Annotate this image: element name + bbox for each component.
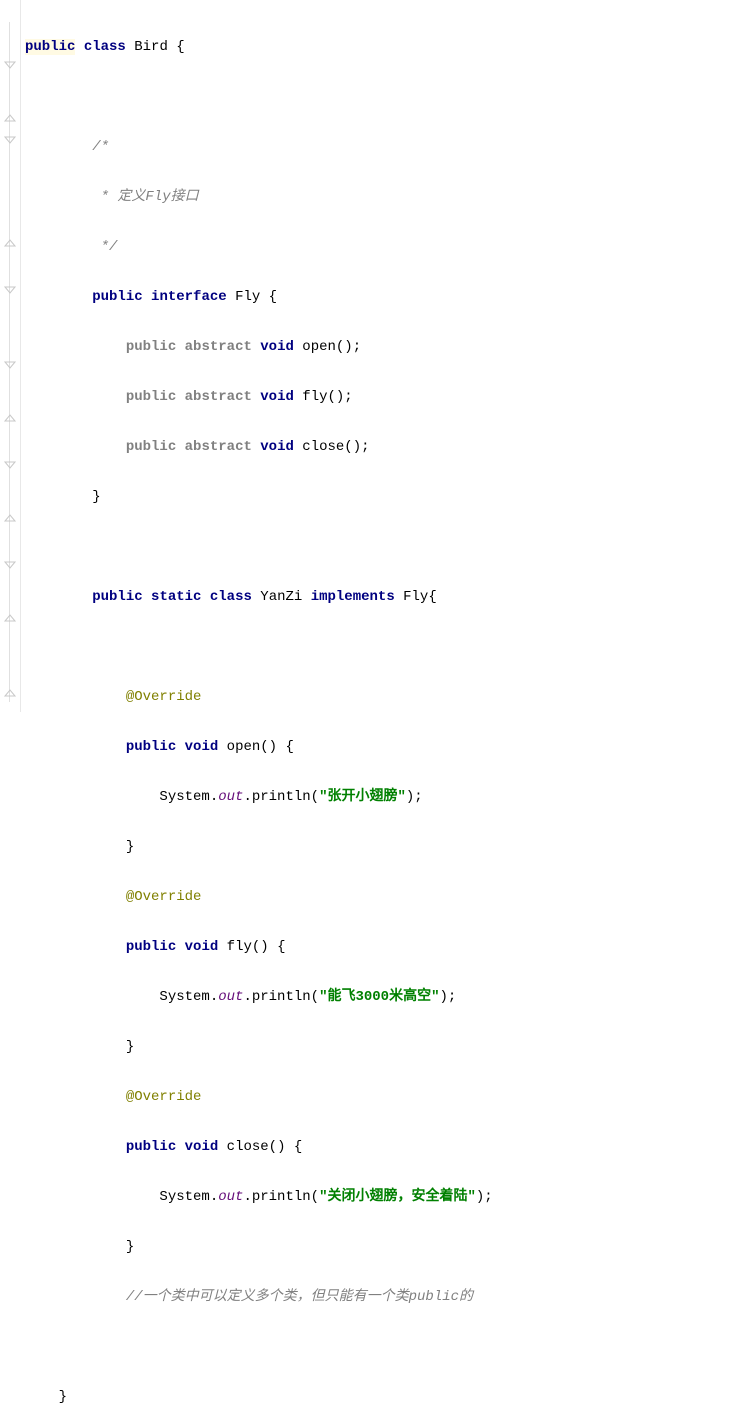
code-line[interactable]: public void open() { [25, 735, 741, 760]
code-line[interactable]: System.out.println("关闭小翅膀，安全着陆"); [25, 1185, 741, 1210]
code-line[interactable]: public interface Fly { [25, 285, 741, 310]
code-line[interactable]: @Override [25, 885, 741, 910]
code-line[interactable]: public abstract void fly(); [25, 385, 741, 410]
fold-marker-icon[interactable] [3, 60, 17, 74]
code-line[interactable]: } [25, 485, 741, 510]
fold-end-icon[interactable] [3, 410, 17, 424]
code-line[interactable]: public void close() { [25, 1135, 741, 1160]
code-line[interactable]: //一个类中可以定义多个类，但只能有一个类public的 [25, 1285, 741, 1310]
code-line[interactable]: System.out.println("能飞3000米高空"); [25, 985, 741, 1010]
fold-marker-icon[interactable] [3, 135, 17, 149]
fold-marker-icon[interactable] [3, 560, 17, 574]
code-line[interactable]: public abstract void close(); [25, 435, 741, 460]
code-line[interactable]: } [25, 1235, 741, 1260]
code-line[interactable]: @Override [25, 685, 741, 710]
code-line[interactable]: System.out.println("张开小翅膀"); [25, 785, 741, 810]
code-line[interactable]: public static class YanZi implements Fly… [25, 585, 741, 610]
code-line[interactable]: public void fly() { [25, 935, 741, 960]
fold-end-icon[interactable] [3, 610, 17, 624]
code-line[interactable]: * 定义Fly接口 [25, 185, 741, 210]
fold-end-icon[interactable] [3, 685, 17, 699]
code-line[interactable]: } [25, 1385, 741, 1410]
code-line[interactable]: } [25, 835, 741, 860]
code-line[interactable] [25, 85, 741, 110]
code-editor[interactable]: public class Bird { /* * 定义Fly接口 */ publ… [21, 0, 741, 712]
code-line[interactable] [25, 535, 741, 560]
fold-end-icon[interactable] [3, 235, 17, 249]
fold-marker-icon[interactable] [3, 360, 17, 374]
fold-marker-icon[interactable] [3, 285, 17, 299]
code-line[interactable]: public abstract void open(); [25, 335, 741, 360]
code-line[interactable] [25, 635, 741, 660]
fold-end-icon[interactable] [3, 110, 17, 124]
code-line[interactable]: /* [25, 135, 741, 160]
code-line[interactable]: public class Bird { [25, 35, 741, 60]
code-line[interactable]: */ [25, 235, 741, 260]
fold-end-icon[interactable] [3, 510, 17, 524]
editor-gutter [0, 0, 21, 712]
code-line[interactable] [25, 1335, 741, 1360]
code-line[interactable]: } [25, 1035, 741, 1060]
code-line[interactable]: @Override [25, 1085, 741, 1110]
fold-marker-icon[interactable] [3, 460, 17, 474]
